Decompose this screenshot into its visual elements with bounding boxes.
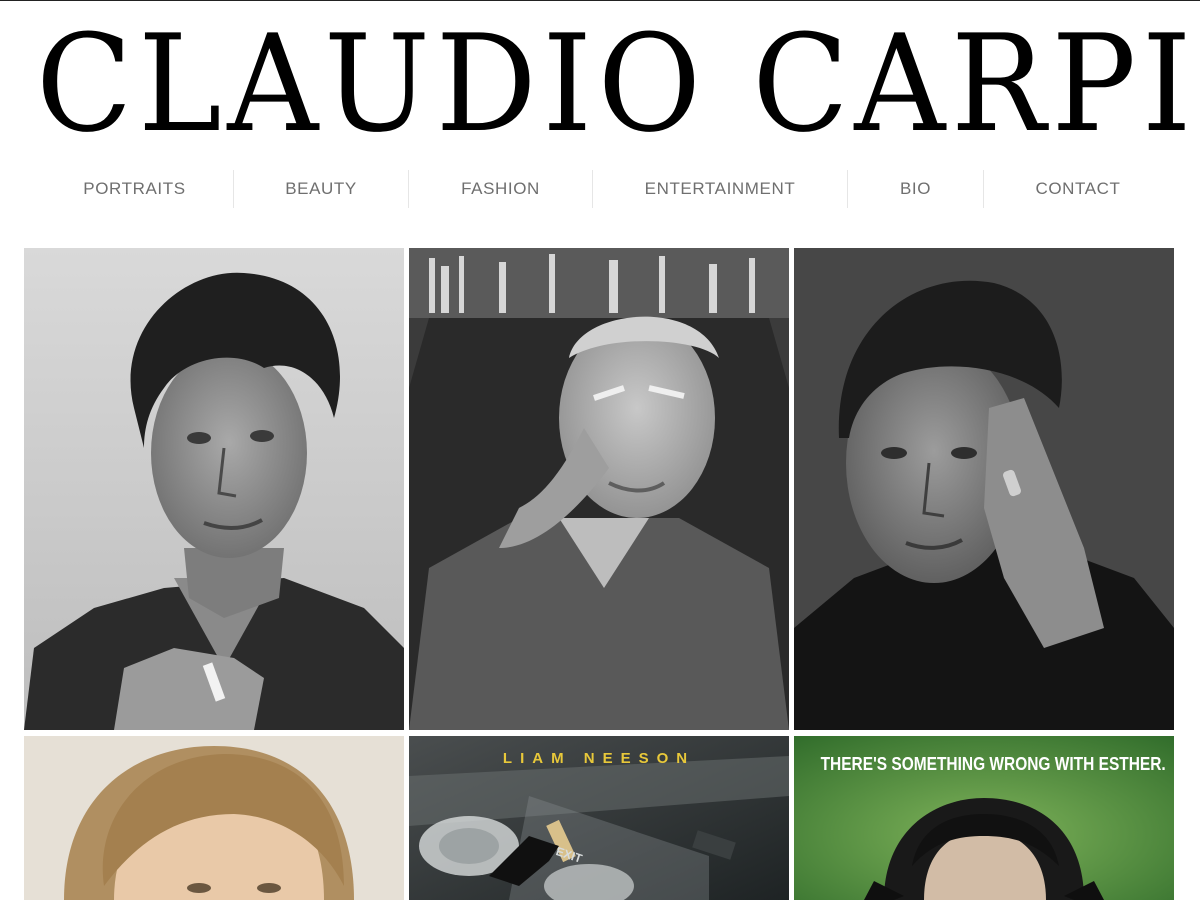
portfolio-grid: LIAM NEESON EXIT THERE'S SOMETHING WRONG… xyxy=(24,248,1174,900)
poster-title: LIAM NEESON xyxy=(502,750,696,767)
nav-item-portraits[interactable]: PORTRAITS xyxy=(36,170,234,208)
portrait-photo-2 xyxy=(409,248,789,730)
portrait-photo-3 xyxy=(794,248,1174,730)
poster-tagline: THERE'S SOMETHING WRONG WITH ESTHER. xyxy=(820,754,1166,774)
gallery-tile-beauty-1[interactable] xyxy=(24,736,404,900)
gallery-tile-poster-1[interactable]: LIAM NEESON EXIT xyxy=(409,736,789,900)
top-border xyxy=(0,0,1200,1)
gallery-tile-poster-2[interactable]: THERE'S SOMETHING WRONG WITH ESTHER. xyxy=(794,736,1174,900)
beauty-photo xyxy=(24,736,404,900)
nav-item-fashion[interactable]: FASHION xyxy=(409,170,593,208)
nav-item-entertainment[interactable]: ENTERTAINMENT xyxy=(593,170,848,208)
site-title[interactable]: CLAUDIO CARPI xyxy=(36,14,1192,154)
main-nav: PORTRAITS BEAUTY FASHION ENTERTAINMENT B… xyxy=(36,170,1172,208)
nav-item-beauty[interactable]: BEAUTY xyxy=(234,170,409,208)
gallery-tile-portrait-2[interactable] xyxy=(409,248,789,730)
gallery-tile-portrait-3[interactable] xyxy=(794,248,1174,730)
nav-item-bio[interactable]: BIO xyxy=(848,170,984,208)
portrait-photo-1 xyxy=(24,248,404,730)
nav-item-contact[interactable]: CONTACT xyxy=(984,170,1172,208)
gallery-tile-portrait-1[interactable] xyxy=(24,248,404,730)
